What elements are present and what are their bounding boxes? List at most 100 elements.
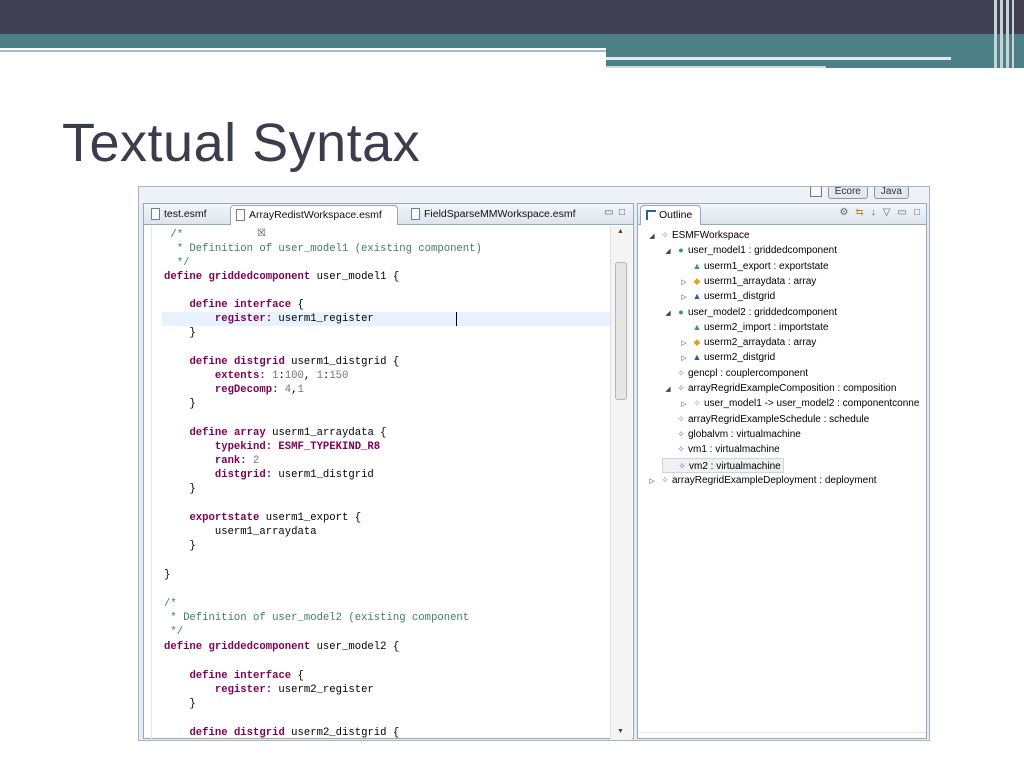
code-line[interactable]: rank: 2	[164, 454, 260, 468]
purple-node-icon: ✧	[678, 460, 686, 471]
tree-node[interactable]: ▲ userm1_export : exportstate	[678, 259, 829, 274]
code-token: regDecomp:	[214, 384, 279, 396]
code-line[interactable]: */	[164, 256, 190, 270]
tree-node-label: user_model1 -> user_model2 : componentco…	[704, 398, 920, 410]
code-line[interactable]: /*	[164, 228, 183, 242]
view-menu-icon[interactable]: ▽	[883, 207, 891, 218]
expand-toggle-icon[interactable]: ▷	[678, 290, 690, 305]
code-token: * Definition of user_model2 (existing co…	[164, 612, 470, 624]
code-line[interactable]: }	[164, 697, 195, 711]
code-editor[interactable]: /* * Definition of user_model1 (existing…	[144, 226, 610, 740]
code-token: ,	[303, 370, 317, 382]
code-line[interactable]: distgrid: userm1_distgrid	[164, 468, 374, 482]
maximize-icon[interactable]: □	[914, 207, 920, 218]
outline-hscrollbar[interactable]	[638, 732, 926, 738]
slide-title: Textual Syntax	[62, 113, 421, 173]
outline-icon	[646, 210, 656, 220]
tree-node[interactable]: ✧ vm2 : virtualmachine	[662, 457, 784, 473]
tree-node-label: userm1_distgrid	[704, 291, 776, 303]
scroll-up-icon[interactable]: ▲	[617, 228, 624, 235]
code-line[interactable]: register: userm2_register	[164, 683, 374, 697]
code-token: */	[164, 626, 184, 638]
tree-node[interactable]: ▷ ✧ user_model1 -> user_model2 : component…	[678, 396, 919, 411]
expand-toggle-icon[interactable]: ◢	[662, 244, 674, 259]
code-line[interactable]: typekind: ESMF_TYPEKIND_R8	[164, 440, 380, 454]
code-line[interactable]: }	[164, 326, 195, 340]
perspective-java[interactable]: Java	[873, 187, 909, 199]
code-line[interactable]: /*	[164, 597, 177, 611]
expand-toggle-icon[interactable]: ▷	[678, 351, 690, 366]
tree-node[interactable]: ◢ ● user_model1 : griddedcomponent	[662, 243, 837, 258]
code-line[interactable]: regDecomp: 4,1	[164, 383, 304, 397]
code-line[interactable]: * Definition of user_model2 (existing co…	[164, 611, 469, 625]
expand-toggle-icon[interactable]: ◢	[662, 306, 674, 321]
code-line[interactable]: define array userm1_arraydata {	[164, 426, 386, 440]
code-line[interactable]: * Definition of user_model1 (existing co…	[164, 242, 482, 256]
perspective-ecore[interactable]: Ecore	[827, 187, 868, 199]
code-token: 1	[297, 384, 304, 396]
code-token: typekind: ESMF_TYPEKIND_R8	[214, 441, 381, 453]
minimize-icon[interactable]: ▭	[604, 207, 613, 218]
code-line[interactable]: define interface {	[164, 669, 304, 683]
code-line[interactable]: */	[164, 625, 183, 639]
purple-node-icon: ✧	[677, 444, 685, 455]
expand-toggle-icon[interactable]: ▷	[678, 336, 690, 351]
open-perspective-icon[interactable]	[809, 187, 822, 197]
tri-b-node-icon: ▲	[692, 291, 702, 302]
maximize-icon[interactable]: □	[619, 207, 625, 218]
code-line[interactable]: }	[164, 482, 195, 496]
tab-outline[interactable]: Outline	[640, 205, 702, 225]
editor-scrollbar[interactable]: ▲ ▼	[610, 226, 632, 740]
tree-node[interactable]: ◢ ● user_model2 : griddedcomponent	[662, 305, 837, 320]
code-token: extents:	[214, 370, 266, 382]
expand-toggle-icon[interactable]: ▷	[678, 397, 690, 412]
tab-fieldsparse-workspace[interactable]: FieldSparseMMWorkspace.esmf	[406, 205, 576, 225]
code-token: {	[291, 670, 304, 682]
scrollbar-thumb[interactable]	[615, 262, 627, 400]
expand-toggle-icon[interactable]: ◢	[662, 382, 674, 397]
code-line[interactable]: define griddedcomponent user_model1 {	[164, 270, 399, 284]
code-line[interactable]: userm1_arraydata	[164, 525, 317, 539]
code-line[interactable]: define distgrid userm1_distgrid {	[164, 355, 399, 369]
code-token: register:	[214, 684, 273, 696]
tree-node[interactable]: ▷ ▲ userm2_distgrid	[678, 350, 775, 365]
minimize-icon[interactable]: ▭	[898, 207, 907, 218]
slide-accent-line	[606, 66, 826, 68]
scroll-down-icon[interactable]: ▼	[617, 728, 624, 735]
code-line[interactable]: register: userm1_register	[162, 312, 610, 326]
tree-node[interactable]: ▷ ◆ userm2_arraydata : array	[678, 335, 816, 350]
tree-node[interactable]: ✧ gencpl : couplercomponent	[662, 366, 808, 381]
link-editor-icon[interactable]: ⇆	[855, 207, 863, 218]
code-line[interactable]: }	[164, 568, 170, 582]
code-token: userm2_distgrid {	[284, 727, 400, 739]
tree-node[interactable]: ▷ ✧ arrayRegridExampleDeployment : deploym…	[646, 473, 876, 489]
code-token: userm1_arraydata	[164, 526, 317, 538]
tree-node[interactable]: ✧ globalvm : virtualmachine	[662, 427, 801, 442]
expand-toggle-icon[interactable]: ▷	[678, 275, 690, 290]
expand-toggle-icon[interactable]: ◢	[646, 229, 658, 244]
tree-node[interactable]: ▷ ▲ userm1_distgrid	[678, 289, 775, 304]
tree-node[interactable]: ✧ vm1 : virtualmachine	[662, 442, 779, 457]
code-line[interactable]: define griddedcomponent user_model2 {	[164, 640, 399, 654]
tree-node[interactable]: ◢ ✧ ESMFWorkspace	[646, 228, 749, 244]
code-line[interactable]: extents: 1:100, 1:150	[164, 369, 349, 383]
tree-node[interactable]: ▷ ◆ userm1_arraydata : array	[678, 274, 816, 289]
tab-arrayredist-workspace[interactable]: ArrayRedistWorkspace.esmf ☒	[230, 205, 398, 239]
tree-node[interactable]: ✧ arrayRegridExampleSchedule : schedule	[662, 412, 869, 427]
code-line[interactable]: define interface {	[164, 298, 304, 312]
filter-icon[interactable]: ⚙	[839, 207, 848, 218]
tree-node[interactable]: ◢ ✧ arrayRegridExampleComposition : compos…	[662, 381, 896, 396]
code-line[interactable]: }	[164, 539, 195, 553]
code-token: exportstate	[189, 512, 260, 524]
code-token: 150	[329, 370, 349, 382]
code-line[interactable]: exportstate userm1_export {	[164, 511, 361, 525]
sort-icon[interactable]: ↓	[871, 207, 876, 218]
code-line[interactable]: }	[164, 397, 195, 411]
tree-node-label: user_model2 : griddedcomponent	[688, 306, 837, 318]
tab-test-esmf[interactable]: test.esmf	[146, 205, 230, 225]
code-line[interactable]: define distgrid userm2_distgrid {	[164, 726, 399, 740]
tree-node[interactable]: ▲ userm2_import : importstate	[678, 320, 829, 335]
expand-toggle-icon[interactable]: ▷	[646, 474, 658, 489]
code-token: {	[291, 299, 304, 311]
